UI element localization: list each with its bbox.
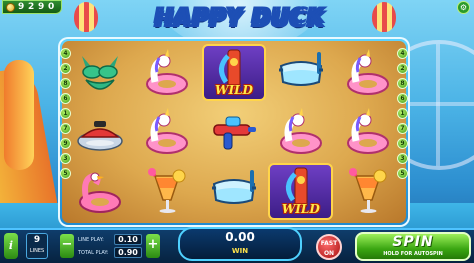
wild-label: WILD <box>281 201 320 216</box>
payline-indicator[interactable]: 4 <box>60 48 71 59</box>
unicorn-ring-icon <box>346 107 389 154</box>
unicorn-ring-icon <box>279 107 322 154</box>
spin-label: SPIN <box>392 234 434 250</box>
payline-indicator[interactable]: 2 <box>60 63 71 74</box>
payline-indicator[interactable]: 5 <box>60 168 71 179</box>
hot-air-balloon-left <box>74 2 98 32</box>
diving-mask-icon <box>211 170 256 205</box>
water-gun-icon <box>213 116 256 150</box>
unicorn-ring-icon <box>146 48 189 95</box>
reel-symbol-unicorn-ring <box>268 103 333 160</box>
payline-indicators-left: 4 2 8 6 1 7 9 3 5 <box>60 48 71 179</box>
coin-icon <box>6 2 15 12</box>
win-label: WIN <box>231 247 249 255</box>
fast-sub-label: ON <box>323 250 335 257</box>
payline-indicators-right: 4 2 8 6 1 7 9 3 5 <box>397 48 408 179</box>
payline-indicator[interactable]: 6 <box>397 93 408 104</box>
payline-indicator[interactable]: 3 <box>397 153 408 164</box>
spin-button[interactable]: SPIN HOLD FOR AUTOSPIN <box>355 232 471 261</box>
spin-sub-label: HOLD FOR AUTOSPIN <box>383 251 443 257</box>
payline-indicator[interactable]: 2 <box>397 63 408 74</box>
line-play-value: 0.10 <box>114 234 142 245</box>
payline-indicator[interactable]: 8 <box>60 78 71 89</box>
reel-symbol-unicorn-ring <box>335 44 400 101</box>
unicorn-ring-icon <box>346 48 389 95</box>
total-play-label: TOTAL PLAY: <box>78 249 109 256</box>
fast-spin-toggle[interactable]: FAST ON <box>316 234 342 260</box>
wild-label: WILD <box>215 83 253 98</box>
payline-indicator[interactable]: 8 <box>397 78 408 89</box>
payline-indicator[interactable]: 1 <box>60 108 71 119</box>
reel-symbol-wild: WILD <box>201 44 267 102</box>
payline-indicator[interactable]: 7 <box>60 123 71 134</box>
gear-icon: ⚙ <box>459 3 468 12</box>
reel-symbol-unicorn-ring <box>335 103 400 160</box>
reel-symbol-unicorn-ring <box>135 103 200 160</box>
lines-label: LINES <box>29 248 45 254</box>
reel-symbol-water-gun <box>202 103 267 160</box>
fast-label: FAST <box>320 240 338 247</box>
payline-indicator[interactable]: 6 <box>60 93 71 104</box>
balance-display: 9 2 9 0 <box>2 0 62 14</box>
line-play-label: LINE PLAY: <box>78 236 104 243</box>
reel-symbol-wild: WILD <box>268 162 334 220</box>
bet-decrease-button[interactable]: − <box>60 234 74 258</box>
diving-mask-icon <box>278 51 323 86</box>
payline-indicator[interactable]: 4 <box>397 48 408 59</box>
reel-symbol-swimsuit <box>68 44 133 101</box>
bet-increase-button[interactable]: + <box>146 234 160 258</box>
payline-indicator[interactable]: 9 <box>60 138 71 149</box>
water-tube-left <box>4 60 34 170</box>
payline-indicator[interactable]: 3 <box>60 153 71 164</box>
bet-panel: LINE PLAY: 0.10 TOTAL PLAY: 0.90 <box>78 233 142 259</box>
payline-indicator[interactable]: 1 <box>397 108 408 119</box>
cocktail-icon <box>348 168 387 214</box>
reel-symbol-cocktail <box>335 163 400 220</box>
reel-symbol-diving-mask <box>202 163 267 220</box>
lines-display: 9 LINES <box>26 233 48 259</box>
hot-air-balloon-right <box>372 2 396 32</box>
payline-indicator[interactable]: 7 <box>397 123 408 134</box>
payline-indicator[interactable]: 5 <box>397 168 408 179</box>
reel-symbol-unicorn-ring <box>135 44 200 101</box>
reel-symbol-jetski <box>68 103 133 160</box>
lines-value: 9 <box>33 235 41 245</box>
cocktail-icon <box>148 168 186 214</box>
reel-symbol-flamingo-ring <box>68 163 133 220</box>
reel-frame: WILD WILD <box>58 37 410 227</box>
reel-symbol-cocktail <box>135 163 200 220</box>
info-button[interactable]: i <box>4 233 18 259</box>
jetski-icon <box>77 120 124 151</box>
total-play-value: 0.90 <box>114 247 142 258</box>
game-title: HAPPY DUCK <box>154 6 326 31</box>
flamingo-ring-icon <box>79 172 122 214</box>
win-display: 0.00 WIN <box>178 227 302 261</box>
payline-indicator[interactable]: 9 <box>397 138 408 149</box>
settings-button[interactable]: ⚙ <box>457 1 470 14</box>
swimsuit-icon <box>82 55 119 90</box>
reel-symbol-diving-mask <box>268 44 333 101</box>
win-value: 0.00 <box>225 230 255 244</box>
reel-grid: WILD WILD <box>62 41 406 223</box>
unicorn-ring-icon <box>146 107 189 154</box>
balance-value: 9 2 9 0 <box>18 2 55 12</box>
